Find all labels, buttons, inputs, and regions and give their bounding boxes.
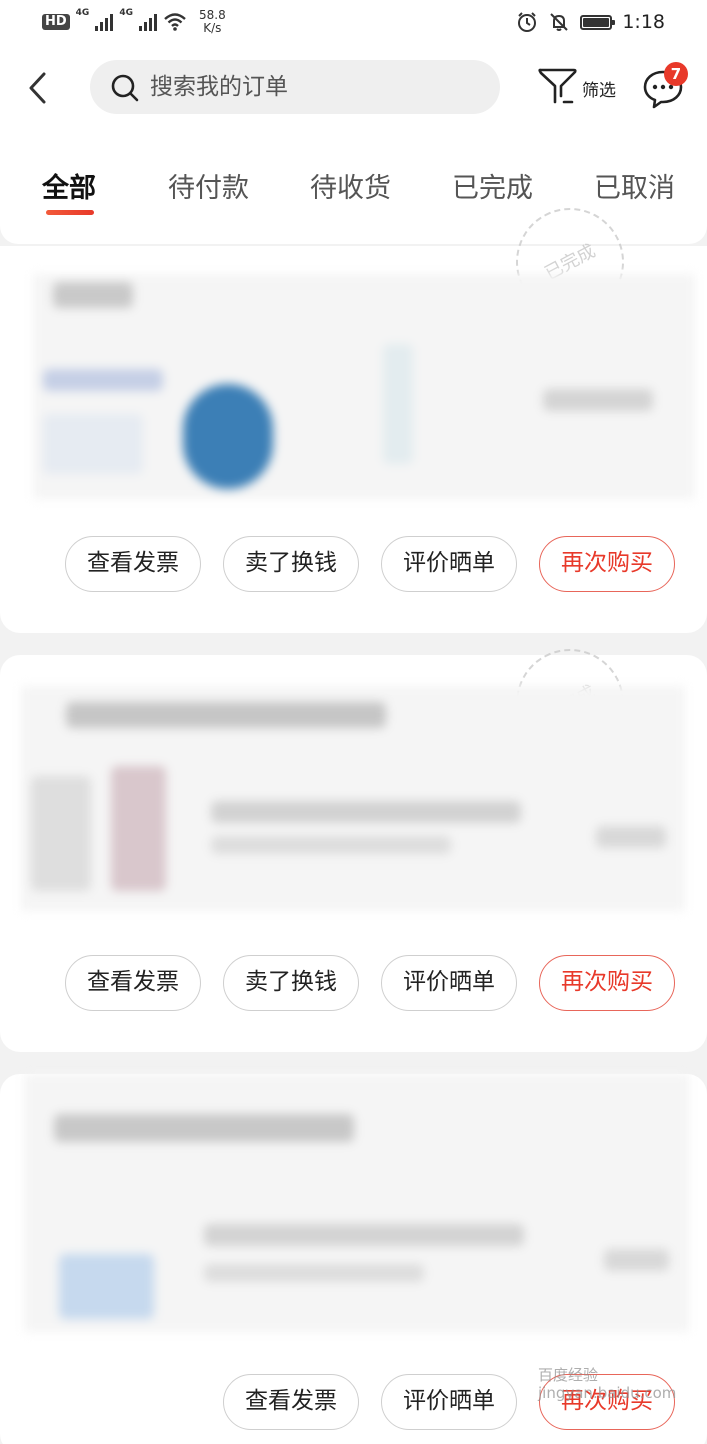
buy-again-button[interactable]: 再次购买 <box>539 536 675 592</box>
tab-cancelled[interactable]: 已取消 <box>594 172 675 206</box>
view-invoice-button[interactable]: 查看发票 <box>65 955 201 1011</box>
active-tab-indicator <box>46 210 94 215</box>
clock: 1:18 <box>622 11 665 33</box>
network-speed: 58.8 K/s <box>199 9 226 35</box>
review-button[interactable]: 评价晒单 <box>381 536 517 592</box>
filter-icon <box>538 68 577 104</box>
speed-value: 58.8 <box>198 8 226 22</box>
view-invoice-button[interactable]: 查看发票 <box>223 1374 359 1430</box>
filter-label: 筛选 <box>582 81 616 101</box>
search-input[interactable]: 搜索我的订单 <box>90 60 500 114</box>
view-invoice-button[interactable]: 查看发票 <box>65 536 201 592</box>
tab-completed[interactable]: 已完成 <box>452 172 533 206</box>
tab-pending-payment[interactable]: 待付款 <box>168 172 249 206</box>
status-bar: HD 4G 4G 58.8 K/s 1:18 <box>0 0 707 44</box>
signal-icon <box>138 13 157 31</box>
search-icon <box>111 74 139 102</box>
watermark-line-1: 百度经验 <box>538 1366 599 1384</box>
header: 搜索我的订单 筛选 7 全部 待付款 待收货 已完成 已取消 <box>0 44 707 244</box>
network-type-2: 4G <box>119 8 133 18</box>
alarm-icon <box>518 12 537 32</box>
network-type-1: 4G <box>75 8 90 18</box>
search-placeholder: 搜索我的订单 <box>150 74 288 100</box>
buy-again-button[interactable]: 再次购买 <box>539 955 675 1011</box>
signal-icon <box>95 13 114 31</box>
filter-button[interactable]: 筛选 <box>536 64 621 114</box>
speed-unit: K/s <box>203 21 222 35</box>
tab-pending-receipt[interactable]: 待收货 <box>310 172 391 206</box>
review-button[interactable]: 评价晒单 <box>381 1374 517 1430</box>
blurred-order-content <box>24 1074 689 1332</box>
sell-for-cash-button[interactable]: 卖了换钱 <box>223 955 359 1011</box>
order-card[interactable]: 已完成 查看发票 卖了换钱 评价晒单 再次购买 <box>0 188 707 633</box>
tab-all[interactable]: 全部 <box>42 172 96 206</box>
order-actions: 查看发票 卖了换钱 评价晒单 再次购买 <box>65 536 675 592</box>
review-button[interactable]: 评价晒单 <box>381 955 517 1011</box>
sell-for-cash-button[interactable]: 卖了换钱 <box>223 536 359 592</box>
order-card[interactable]: 已完成 查看发票 卖了换钱 评价晒单 再次购买 <box>0 629 707 1052</box>
blurred-order-content <box>33 274 695 499</box>
battery-icon <box>580 14 616 30</box>
hd-indicator: HD <box>42 14 70 30</box>
order-actions: 查看发票 卖了换钱 评价晒单 再次购买 <box>65 955 675 1011</box>
back-arrow-icon[interactable] <box>18 64 58 112</box>
message-badge: 7 <box>664 62 688 86</box>
wifi-icon <box>164 13 186 31</box>
blurred-order-content <box>21 686 685 911</box>
mute-icon <box>550 13 569 31</box>
watermark: 百度经验 jingyan.baidu.com <box>538 1366 676 1402</box>
watermark-line-2: jingyan.baidu.com <box>538 1384 677 1402</box>
